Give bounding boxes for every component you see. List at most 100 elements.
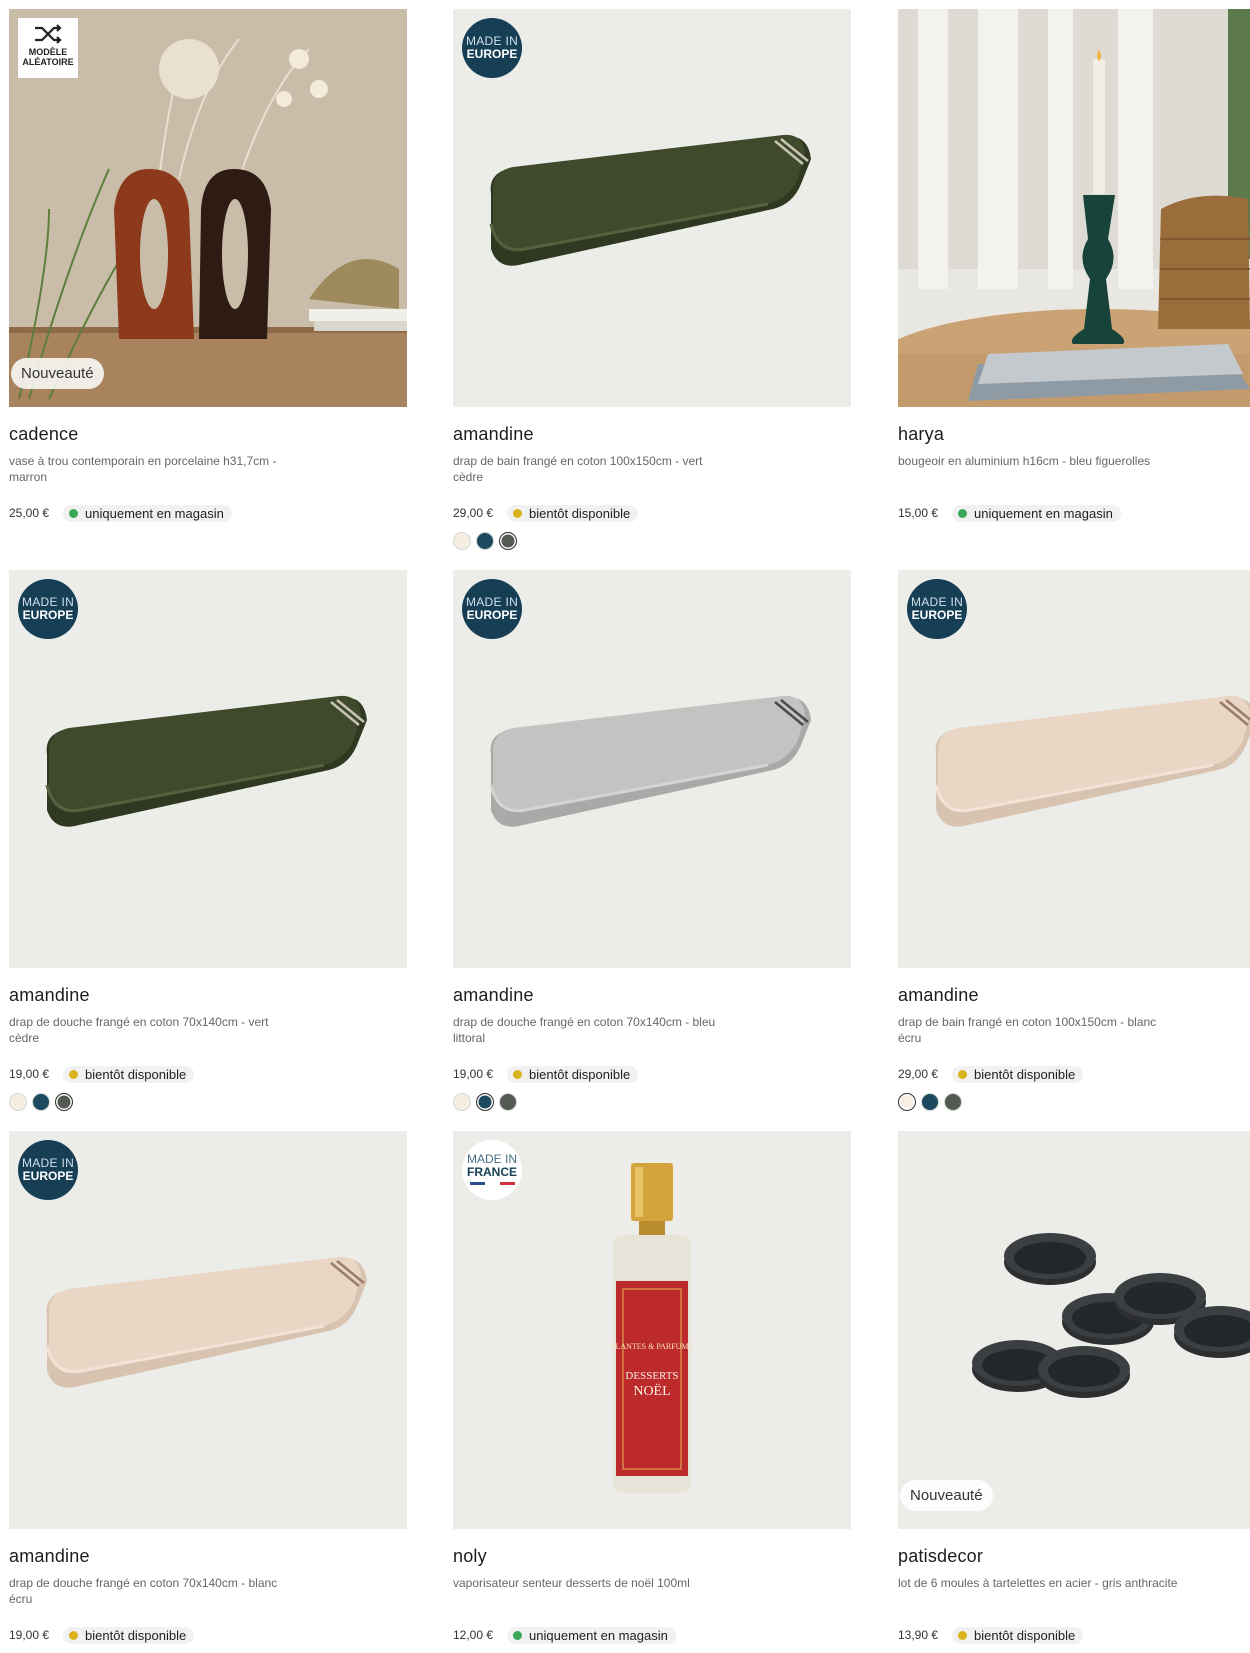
product-image[interactable]: MADE IN EUROPE xyxy=(9,570,407,968)
product-card[interactable]: MODÈLE ALÉATOIRE Nouveauté cadence vase à… xyxy=(9,9,407,522)
product-image[interactable]: MADE IN EUROPE xyxy=(453,9,851,407)
color-swatch[interactable] xyxy=(476,1093,494,1111)
status-dot-icon xyxy=(958,508,968,518)
availability-label: bientôt disponible xyxy=(529,1066,631,1082)
product-card[interactable]: PLANTES & PARFUMS DESSERTS NOËL MADE IN F… xyxy=(453,1131,851,1644)
product-description: drap de douche frangé en coton 70x140cm … xyxy=(9,1015,269,1045)
product-grid: MODÈLE ALÉATOIRE Nouveauté cadence vase à… xyxy=(0,0,1250,1653)
color-swatch[interactable] xyxy=(898,1093,916,1111)
product-image[interactable]: MADE IN EUROPE xyxy=(9,1131,407,1529)
product-price: 29,00 € xyxy=(453,506,494,520)
product-image[interactable]: MADE IN EUROPE xyxy=(453,570,851,968)
price-row: 25,00 € uniquement en magasin xyxy=(9,504,407,522)
price-row: 12,00 € uniquement en magasin xyxy=(453,1626,851,1644)
price-row: 15,00 € uniquement en magasin xyxy=(898,504,1250,522)
color-swatch[interactable] xyxy=(499,532,517,550)
availability-label: uniquement en magasin xyxy=(974,505,1113,521)
product-card[interactable]: Nouveauté patisdecor lot de 6 moules à t… xyxy=(898,1131,1250,1644)
color-swatch[interactable] xyxy=(453,532,471,550)
product-name[interactable]: amandine xyxy=(898,985,1250,1007)
availability-label: bientôt disponible xyxy=(974,1066,1076,1082)
color-swatch[interactable] xyxy=(921,1093,939,1111)
product-name[interactable]: amandine xyxy=(9,1546,407,1568)
product-name[interactable]: cadence xyxy=(9,424,407,446)
svg-text:PLANTES & PARFUMS: PLANTES & PARFUMS xyxy=(611,1342,693,1351)
made-in-europe-badge: MADE IN EUROPE xyxy=(462,18,522,78)
product-image[interactable]: MODÈLE ALÉATOIRE Nouveauté xyxy=(9,9,407,407)
product-description: bougeoir en aluminium h16cm - bleu figue… xyxy=(898,454,1151,468)
color-swatches xyxy=(453,1093,851,1111)
product-name[interactable]: patisdecor xyxy=(898,1546,1250,1568)
product-price: 19,00 € xyxy=(453,1067,494,1081)
product-image[interactable]: MADE IN EUROPE xyxy=(898,570,1250,968)
svg-text:NOËL: NOËL xyxy=(633,1382,670,1399)
product-price: 19,00 € xyxy=(9,1067,50,1081)
color-swatches xyxy=(453,532,851,550)
product-description: vaporisateur senteur desserts de noël 10… xyxy=(453,1576,690,1590)
product-name[interactable]: harya xyxy=(898,424,1250,446)
product-name[interactable]: noly xyxy=(453,1546,851,1568)
product-name[interactable]: amandine xyxy=(453,985,851,1007)
availability-badge: uniquement en magasin xyxy=(507,1626,676,1644)
color-swatch[interactable] xyxy=(476,532,494,550)
product-description: drap de bain frangé en coton 100x150cm -… xyxy=(898,1015,1157,1045)
color-swatch[interactable] xyxy=(32,1093,50,1111)
random-model-badge: MODÈLE ALÉATOIRE xyxy=(18,18,78,78)
availability-badge: bientôt disponible xyxy=(952,1626,1084,1644)
color-swatch[interactable] xyxy=(453,1093,471,1111)
color-swatch[interactable] xyxy=(499,1093,517,1111)
status-dot-icon xyxy=(69,1069,79,1079)
made-in-europe-badge: MADE IN EUROPE xyxy=(907,579,967,639)
availability-label: bientôt disponible xyxy=(529,505,631,521)
availability-badge: bientôt disponible xyxy=(952,1065,1084,1083)
status-dot-icon xyxy=(513,1069,523,1079)
product-image[interactable]: Nouveauté xyxy=(898,1131,1250,1529)
product-name[interactable]: amandine xyxy=(9,985,407,1007)
product-description: drap de douche frangé en coton 70x140cm … xyxy=(453,1015,716,1045)
availability-label: bientôt disponible xyxy=(85,1627,187,1643)
product-card[interactable]: MADE IN EUROPE amandine drap de douche fr… xyxy=(453,570,851,1111)
color-swatches xyxy=(9,1093,407,1111)
status-dot-icon xyxy=(513,1630,523,1640)
product-image[interactable] xyxy=(898,9,1250,407)
availability-label: uniquement en magasin xyxy=(85,505,224,521)
availability-badge: bientôt disponible xyxy=(507,504,639,522)
status-dot-icon xyxy=(513,508,523,518)
product-card[interactable]: harya bougeoir en aluminium h16cm - bleu… xyxy=(898,9,1250,522)
color-swatches xyxy=(898,1093,1250,1111)
color-swatch[interactable] xyxy=(9,1093,27,1111)
made-in-europe-badge: MADE IN EUROPE xyxy=(18,1140,78,1200)
svg-text:DESSERTS: DESSERTS xyxy=(625,1370,678,1382)
product-description: vase à trou contemporain en porcelaine h… xyxy=(9,454,277,484)
color-swatch[interactable] xyxy=(944,1093,962,1111)
new-badge: Nouveauté xyxy=(900,1480,993,1511)
made-in-france-badge: MADE IN FRANCE xyxy=(462,1140,522,1200)
availability-label: uniquement en magasin xyxy=(529,1627,668,1643)
price-row: 13,90 € bientôt disponible xyxy=(898,1626,1250,1644)
product-name[interactable]: amandine xyxy=(453,424,851,446)
made-in-europe-badge: MADE IN EUROPE xyxy=(462,579,522,639)
product-price: 29,00 € xyxy=(898,1067,939,1081)
color-swatch[interactable] xyxy=(55,1093,73,1111)
product-description: drap de bain frangé en coton 100x150cm -… xyxy=(453,454,703,484)
product-description: lot de 6 moules à tartelettes en acier -… xyxy=(898,1576,1178,1590)
product-image[interactable]: PLANTES & PARFUMS DESSERTS NOËL MADE IN F… xyxy=(453,1131,851,1529)
availability-badge: bientôt disponible xyxy=(63,1626,195,1644)
product-price: 12,00 € xyxy=(453,1628,494,1642)
product-card[interactable]: MADE IN EUROPE amandine drap de douche fr… xyxy=(9,570,407,1111)
status-dot-icon xyxy=(958,1630,968,1640)
price-row: 19,00 € bientôt disponible xyxy=(9,1626,407,1644)
status-dot-icon xyxy=(958,1069,968,1079)
status-dot-icon xyxy=(69,1630,79,1640)
product-card[interactable]: MADE IN EUROPE amandine drap de douche fr… xyxy=(9,1131,407,1644)
new-badge: Nouveauté xyxy=(11,358,104,389)
shuffle-icon xyxy=(35,24,62,44)
availability-badge: bientôt disponible xyxy=(507,1065,639,1083)
product-description: drap de douche frangé en coton 70x140cm … xyxy=(9,1576,278,1606)
price-row: 29,00 € bientôt disponible xyxy=(898,1065,1250,1083)
product-card[interactable]: MADE IN EUROPE amandine drap de bain fran… xyxy=(898,570,1250,1111)
product-card[interactable]: MADE IN EUROPE amandine drap de bain fran… xyxy=(453,9,851,550)
price-row: 29,00 € bientôt disponible xyxy=(453,504,851,522)
price-row: 19,00 € bientôt disponible xyxy=(9,1065,407,1083)
product-price: 25,00 € xyxy=(9,506,50,520)
